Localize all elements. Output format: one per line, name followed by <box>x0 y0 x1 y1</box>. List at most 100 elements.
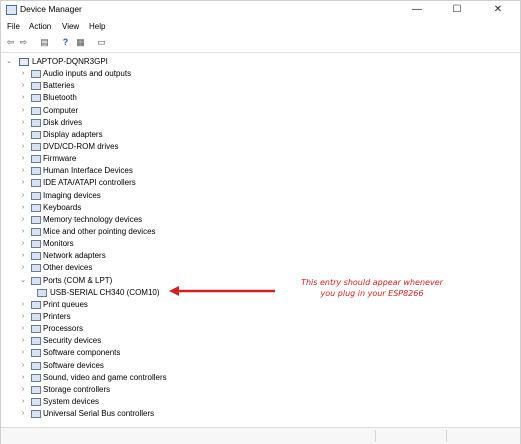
tree-item-label: Network adapters <box>43 251 106 261</box>
collapsed-chevron-icon[interactable]: › <box>19 335 27 347</box>
help-icon[interactable]: ? <box>60 37 71 48</box>
collapsed-chevron-icon[interactable]: › <box>19 80 27 92</box>
monitor-icon <box>31 240 41 249</box>
tree-category-item[interactable]: › Print queues <box>19 299 279 311</box>
menu-file[interactable]: File <box>7 22 20 31</box>
toolbar: ⇦ ⇨ ▤ ? ▦ ▭ <box>1 34 520 53</box>
close-button[interactable]: ✕ <box>478 1 518 19</box>
collapsed-chevron-icon[interactable]: › <box>19 92 27 104</box>
other-devices-icon <box>31 264 41 273</box>
speaker-icon <box>31 70 41 78</box>
usb-serial-icon <box>37 288 47 297</box>
tree-item-label: Human Interface Devices <box>43 166 133 176</box>
collapsed-chevron-icon[interactable]: › <box>19 360 27 372</box>
tree-category-item[interactable]: › Batteries <box>19 80 279 92</box>
software-component-icon <box>31 349 41 358</box>
tree-category-item[interactable]: › Mice and other pointing devices <box>19 226 279 238</box>
collapsed-chevron-icon[interactable]: › <box>19 117 27 129</box>
memory-icon <box>31 215 41 224</box>
tree-item-label: Print queues <box>43 299 88 309</box>
collapsed-chevron-icon[interactable]: › <box>19 311 27 323</box>
minimize-button[interactable]: — <box>397 1 437 19</box>
bluetooth-icon <box>31 94 41 103</box>
expanded-chevron-icon[interactable]: ⌄ <box>19 275 27 287</box>
annotation-line-1: This entry should appear whenever <box>301 278 443 287</box>
collapsed-chevron-icon[interactable]: › <box>19 226 27 238</box>
expanded-chevron-icon[interactable]: ⌄ <box>5 56 13 68</box>
tree-category-item[interactable]: › Universal Serial Bus controllers <box>19 408 279 420</box>
tree-item-label: Bluetooth <box>43 93 77 103</box>
tree-item-label: IDE ATA/ATAPI controllers <box>43 178 136 188</box>
mouse-icon <box>31 228 41 236</box>
tree-category-item[interactable]: › Imaging devices <box>19 190 279 202</box>
tree-item-label: Audio inputs and outputs <box>43 69 132 78</box>
collapsed-chevron-icon[interactable]: › <box>19 384 27 396</box>
tree-category-item[interactable]: › Memory technology devices <box>19 214 279 226</box>
collapsed-chevron-icon[interactable]: › <box>19 408 27 420</box>
tree-category-item[interactable]: › Keyboards <box>19 202 279 214</box>
tree-category-item[interactable]: › Software devices <box>19 360 279 372</box>
tree-category-item[interactable]: › Human Interface Devices <box>19 165 279 177</box>
collapsed-chevron-icon[interactable]: › <box>19 141 27 153</box>
tree-category-item[interactable]: › Other devices <box>19 262 279 274</box>
forward-arrow-icon[interactable]: ⇨ <box>18 37 29 48</box>
collapsed-chevron-icon[interactable]: › <box>19 190 27 202</box>
collapsed-chevron-icon[interactable]: › <box>19 299 27 311</box>
disk-icon <box>31 118 41 127</box>
maximize-button[interactable]: ☐ <box>437 1 477 19</box>
collapsed-chevron-icon[interactable]: › <box>19 323 27 335</box>
collapsed-chevron-icon[interactable]: › <box>19 347 27 359</box>
collapsed-chevron-icon[interactable]: › <box>19 105 27 117</box>
tree-category-item[interactable]: › Audio inputs and outputs <box>19 68 279 80</box>
tree-category-item[interactable]: › Firmware <box>19 153 279 165</box>
scan-hardware-icon[interactable]: ▭ <box>96 37 107 48</box>
tree-item-label: Firmware <box>43 154 77 163</box>
collapsed-chevron-icon[interactable]: › <box>19 238 27 250</box>
collapsed-chevron-icon[interactable]: › <box>19 214 27 226</box>
tree-category-item[interactable]: › Processors <box>19 323 279 335</box>
tree-category-item[interactable]: › System devices <box>19 396 279 408</box>
collapsed-chevron-icon[interactable]: › <box>19 68 27 80</box>
tree-item-label: USB-SERIAL CH340 (COM10) <box>50 287 160 297</box>
collapsed-chevron-icon[interactable]: › <box>19 177 27 189</box>
tree-category-item[interactable]: › Bluetooth <box>19 92 279 104</box>
update-driver-icon[interactable]: ▦ <box>75 37 86 48</box>
collapsed-chevron-icon[interactable]: › <box>19 129 27 141</box>
tree-category-item[interactable]: › IDE ATA/ATAPI controllers <box>19 177 279 189</box>
port-icon <box>31 276 41 285</box>
menu-action[interactable]: Action <box>29 22 51 31</box>
back-arrow-icon[interactable]: ⇦ <box>5 37 16 48</box>
battery-icon <box>31 82 41 91</box>
device-manager-icon <box>6 5 17 15</box>
collapsed-chevron-icon[interactable]: › <box>19 165 27 177</box>
tree-category-item[interactable]: › Storage controllers <box>19 384 279 396</box>
tree-category-item[interactable]: › Printers <box>19 311 279 323</box>
menu-bar: File Action View Help <box>1 20 520 33</box>
tree-category-item[interactable]: › Computer <box>19 105 279 117</box>
tree-category-item[interactable]: › Network adapters <box>19 250 279 262</box>
tree-item-label: Computer <box>43 105 79 115</box>
tree-category-item[interactable]: › DVD/CD-ROM drives <box>19 141 279 153</box>
tree-category-item[interactable]: › Display adapters <box>19 129 279 141</box>
properties-icon[interactable]: ▤ <box>39 37 50 48</box>
usb-icon <box>31 410 41 419</box>
title-bar: Device Manager — ☐ ✕ <box>1 1 520 19</box>
collapsed-chevron-icon[interactable]: › <box>19 153 27 165</box>
tree-category-item[interactable]: › Monitors <box>19 238 279 250</box>
tree-category-item[interactable]: › Disk drives <box>19 117 279 129</box>
collapsed-chevron-icon[interactable]: › <box>19 250 27 262</box>
menu-view[interactable]: View <box>62 22 79 31</box>
menu-help[interactable]: Help <box>89 22 105 31</box>
ide-icon <box>31 179 41 188</box>
tree-category-item[interactable]: › Security devices <box>19 335 279 347</box>
network-icon <box>31 252 41 261</box>
collapsed-chevron-icon[interactable]: › <box>19 202 27 214</box>
tree-category-item[interactable]: › Sound, video and game controllers <box>19 372 279 384</box>
tree-category-item[interactable]: › Software components <box>19 347 279 359</box>
collapsed-chevron-icon[interactable]: › <box>19 396 27 408</box>
tree-item-label: Batteries <box>43 81 75 91</box>
collapsed-chevron-icon[interactable]: › <box>19 372 27 384</box>
tree-item-label: Keyboards <box>43 202 82 212</box>
tree-root[interactable]: ⌄ LAPTOP-DQNR3GPI <box>5 56 205 68</box>
collapsed-chevron-icon[interactable]: › <box>19 262 27 274</box>
